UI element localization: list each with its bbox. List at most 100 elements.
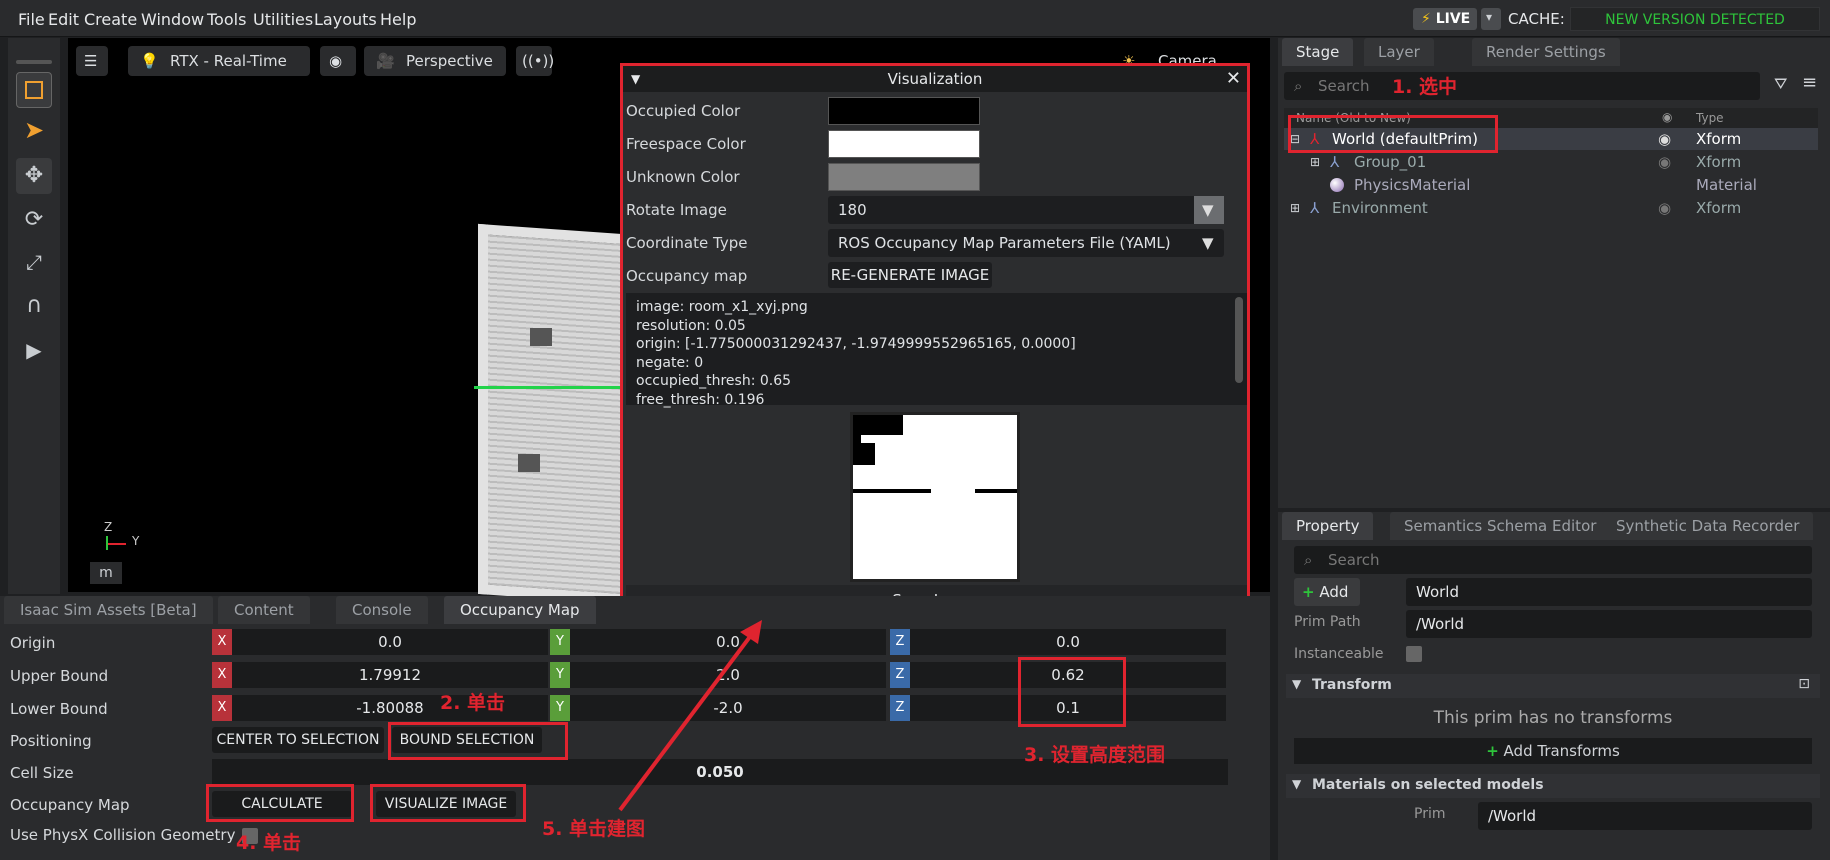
chevron-down-icon: ▼ (1194, 196, 1224, 224)
origin-z-field[interactable]: 0.0 (910, 629, 1226, 655)
play-icon[interactable]: ▶ (16, 332, 52, 368)
expand-icon[interactable]: ⊞ (1310, 151, 1320, 173)
tab-render-settings[interactable]: Render Settings (1472, 38, 1620, 66)
scale-icon[interactable]: ⤢ (16, 244, 52, 280)
menu-edit[interactable]: Edit (48, 10, 79, 29)
tab-synthetic-data-recorder[interactable]: Synthetic Data Recorder (1602, 512, 1814, 540)
highlight-bound-selection (388, 722, 568, 760)
rotate-image-value: 180 (838, 201, 867, 219)
regenerate-image-button[interactable]: RE-GENERATE IMAGE (828, 262, 992, 288)
tab-property[interactable]: Property (1282, 512, 1374, 540)
occupied-color-swatch[interactable] (828, 97, 980, 125)
rotate-image-select[interactable]: 180 ▼ (828, 196, 1224, 224)
eye-icon[interactable]: ◉ (1658, 151, 1671, 173)
annotation-arrow (618, 620, 762, 812)
coordinate-type-select[interactable]: ROS Occupancy Map Parameters File (YAML)… (828, 229, 1224, 257)
center-to-selection-button[interactable]: CENTER TO SELECTION (212, 727, 384, 753)
origin-x-field[interactable]: 0.0 (232, 629, 548, 655)
tab-semantics-schema-editor[interactable]: Semantics Schema Editor (1390, 512, 1611, 540)
chevron-down-icon: ▼ (1202, 234, 1214, 252)
eye-icon[interactable]: ◉ (1658, 197, 1671, 219)
instanceable-checkbox[interactable] (1406, 646, 1422, 662)
obstacle-box (518, 454, 540, 472)
collapse-icon[interactable]: ▼ (631, 66, 640, 92)
map-obstacle (853, 415, 903, 435)
xform-icon: ⅄ (1330, 153, 1340, 171)
menu-file[interactable]: File (18, 10, 45, 29)
rotate-icon[interactable]: ⟳ (16, 202, 52, 238)
occupancy-map-label: Occupancy Map (10, 796, 130, 814)
expand-icon[interactable]: ⊞ (1290, 197, 1300, 219)
camera-button[interactable]: 🎥 Perspective (364, 46, 506, 76)
freespace-color-swatch[interactable] (828, 130, 980, 158)
select-mode-icon[interactable] (16, 72, 52, 108)
menu-create[interactable]: Create (84, 10, 137, 29)
live-button[interactable]: ⚡ LIVE (1413, 8, 1477, 30)
eye-icon[interactable]: ◉ (320, 46, 356, 76)
upper-bound-label: Upper Bound (10, 667, 109, 685)
map-obstacle (853, 443, 875, 465)
add-button[interactable]: + Add (1294, 578, 1360, 606)
highlight-calculate (206, 784, 354, 822)
tree-label: PhysicsMaterial (1354, 176, 1471, 194)
materials-section-header[interactable]: ▼ Materials on selected models (1286, 774, 1820, 798)
transform-label: Transform (1312, 677, 1392, 693)
stage-search-input[interactable]: ⌕ Search (1284, 72, 1760, 100)
tab-layer[interactable]: Layer (1364, 38, 1434, 66)
material-prim-field[interactable]: /World (1478, 802, 1812, 830)
tab-stage[interactable]: Stage (1282, 38, 1354, 66)
tab-occupancy-map[interactable]: Occupancy Map (444, 596, 596, 624)
menu-tools[interactable]: Tools (207, 10, 246, 29)
axis-z-badge: Z (890, 629, 910, 655)
column-type: Type (1696, 111, 1724, 125)
stage-search-placeholder: Search (1318, 77, 1370, 95)
tab-content[interactable]: Content (218, 596, 310, 624)
transform-options-icon[interactable]: ⊡ (1798, 676, 1810, 692)
filter-icon[interactable]: ⛛ (1774, 74, 1787, 94)
highlight-visualize (370, 784, 526, 822)
occupied-color-row: Occupied Color (623, 94, 1247, 126)
menu-utilities[interactable]: Utilities (253, 10, 313, 29)
search-icon: ⌕ (1294, 77, 1303, 95)
audio-icon[interactable]: ((•)) (516, 46, 554, 76)
cache-label: CACHE: (1508, 10, 1565, 28)
tree-row-group[interactable]: ⊞ ⅄ Group_01 ◉ Xform (1284, 151, 1818, 173)
viewport-settings-icon[interactable]: ☰ (76, 46, 108, 76)
menu-icon[interactable]: ≡ (1802, 72, 1817, 93)
close-icon[interactable]: ✕ (1226, 66, 1241, 92)
render-mode-button[interactable]: 💡 RTX - Real-Time (128, 46, 310, 76)
occupancy-map-label: Occupancy map (626, 267, 748, 285)
yaml-line: image: room_x1_xyj.png (636, 299, 808, 315)
live-dropdown-button[interactable]: ▾ (1481, 8, 1501, 30)
collapse-icon: ▼ (1292, 777, 1302, 791)
tree-row-environment[interactable]: ⊞ ⅄ Environment ◉ Xform (1284, 197, 1818, 219)
new-version-badge[interactable]: NEW VERSION DETECTED (1570, 7, 1820, 31)
tree-type: Material (1696, 176, 1757, 194)
annotation-1: 1. 选中 (1392, 76, 1458, 98)
move-icon[interactable]: ✥ (16, 158, 52, 194)
yaml-scrollbar[interactable] (1235, 297, 1243, 383)
axis-x-badge: X (212, 629, 232, 655)
menu-window[interactable]: Window (141, 10, 204, 29)
transform-section-header[interactable]: ▼ Transform ⊡ (1286, 674, 1820, 698)
menu-help[interactable]: Help (380, 10, 416, 29)
name-field[interactable]: World (1406, 578, 1812, 606)
add-transforms-label: Add Transforms (1503, 742, 1620, 760)
unknown-color-swatch[interactable] (828, 163, 980, 191)
axis-z-badge: Z (890, 695, 910, 721)
tree-row-physics-material[interactable]: PhysicsMaterial Material (1284, 174, 1818, 196)
prim-path-field[interactable]: /World (1406, 610, 1812, 638)
axis-x-badge: X (212, 662, 232, 688)
menu-layouts[interactable]: Layouts (314, 10, 377, 29)
coordinate-type-label: Coordinate Type (626, 234, 748, 252)
select-arrow-icon[interactable]: ➤ (16, 116, 52, 152)
snap-icon[interactable]: ∩ (16, 288, 52, 324)
add-transforms-button[interactable]: + Add Transforms (1294, 738, 1812, 764)
no-transform-text: This prim has no transforms (1433, 708, 1673, 728)
eye-icon[interactable]: ◉ (1658, 128, 1671, 150)
tab-console[interactable]: Console (336, 596, 428, 624)
collapse-icon: ▼ (1292, 677, 1302, 691)
upper-x-field[interactable]: 1.79912 (232, 662, 548, 688)
property-search-input[interactable]: ⌕ Search (1294, 546, 1812, 574)
tab-isaac-sim-assets[interactable]: Isaac Sim Assets [Beta] (4, 596, 213, 624)
